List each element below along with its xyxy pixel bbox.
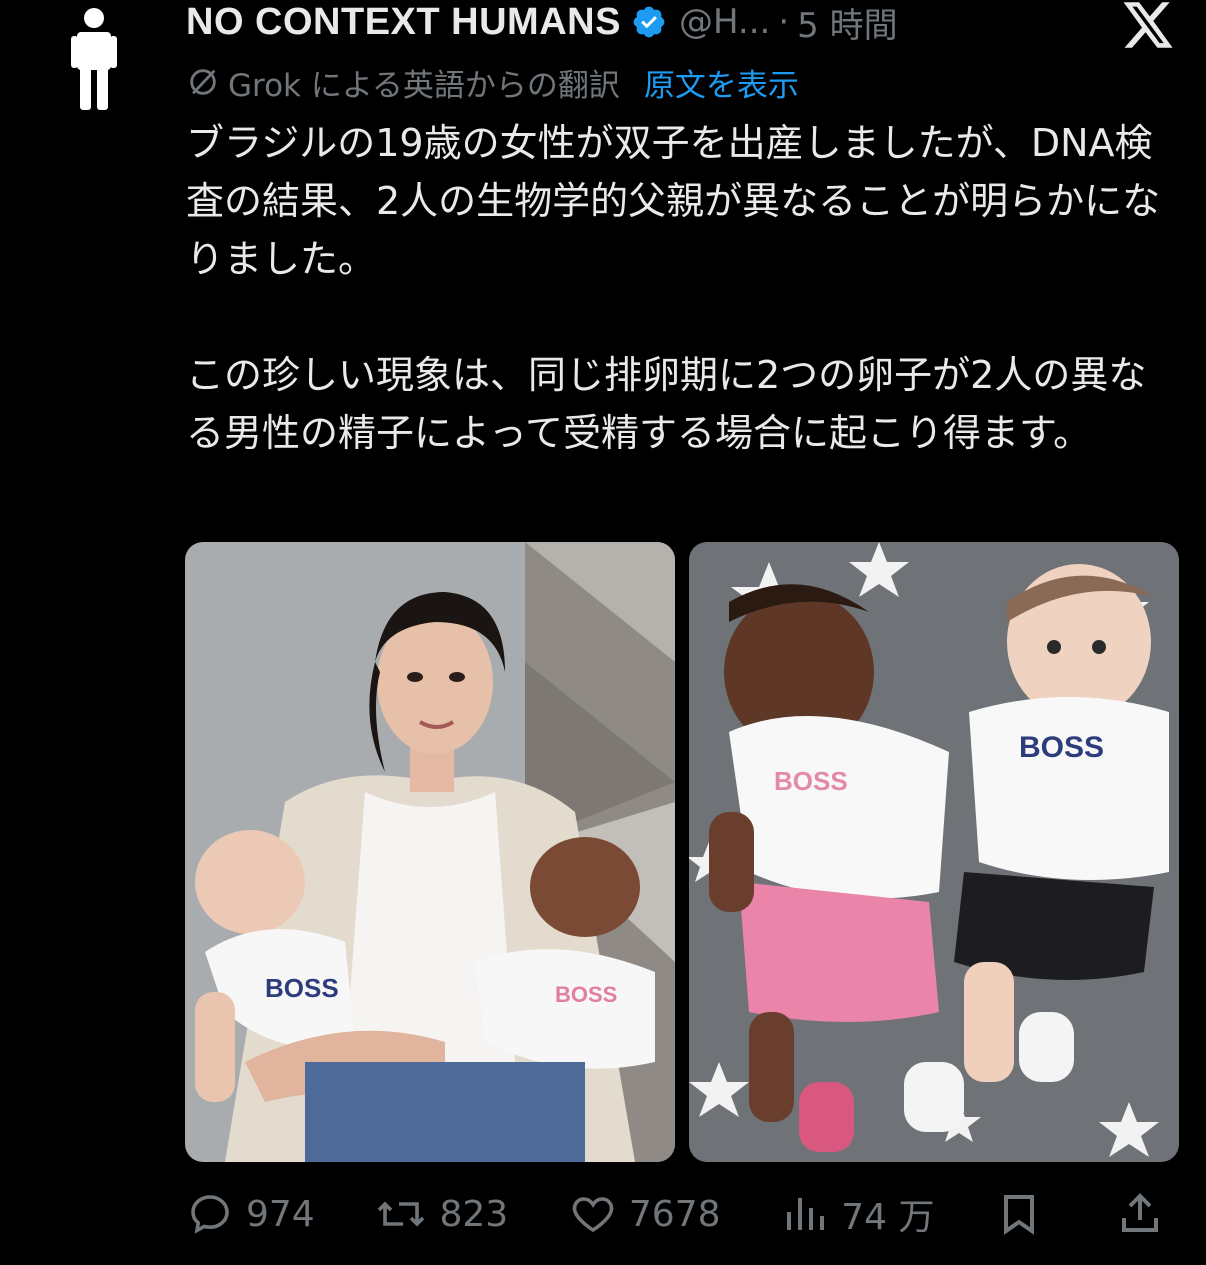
tweet-paragraph: この珍しい現象は、同じ排卵期に2つの卵子が2人の異なる男性の精子によって受精する… [186, 353, 1147, 455]
repost-count: 823 [439, 1193, 509, 1235]
repost-icon [378, 1201, 425, 1227]
reply-button[interactable]: 974 [186, 1190, 315, 1238]
photo-twins-on-blanket[interactable]: BOSS BOSS [689, 542, 1179, 1162]
reply-count: 974 [246, 1193, 315, 1235]
translate-icon [186, 65, 220, 99]
tweet-header: NO CONTEXT HUMANS @H... · 5 時間 [186, 0, 1166, 47]
views-count: 74 万 [841, 1197, 935, 1238]
shirt-text: BOSS [265, 973, 339, 1003]
tweet-paragraph: ブラジルの19歳の女性が双子を出産しましたが、DNA検査の結果、2人の生物学的父… [186, 121, 1161, 281]
author-handle[interactable]: @H... [679, 2, 770, 42]
bookmark-icon [1004, 1195, 1035, 1235]
translation-label: Grok による英語からの翻訳 [228, 67, 620, 104]
shirt-text: BOSS [555, 982, 617, 1007]
show-original-link[interactable]: 原文を表示 [644, 60, 799, 105]
views-button[interactable]: 74 万 [781, 1188, 935, 1240]
avatar[interactable] [56, 6, 132, 116]
bookmark-button[interactable] [995, 1190, 1055, 1238]
separator-dot: · [778, 2, 790, 42]
action-bar: 974 823 7678 74 万 [186, 1184, 1176, 1244]
share-button[interactable] [1116, 1190, 1176, 1238]
reply-icon [191, 1195, 229, 1234]
x-logo-icon[interactable] [1120, 0, 1176, 50]
media-grid: BOSS BOSS BOSS BOSS [185, 542, 1179, 1162]
person-avatar-icon [71, 8, 117, 110]
author-name[interactable]: NO CONTEXT HUMANS [186, 1, 621, 44]
shirt-text: BOSS [774, 766, 848, 796]
like-button[interactable]: 7678 [569, 1190, 721, 1238]
photo-mother-with-twins[interactable]: BOSS BOSS [185, 542, 675, 1162]
like-count: 7678 [628, 1193, 721, 1235]
tweet-text: ブラジルの19歳の女性が双子を出産しましたが、DNA検査の結果、2人の生物学的父… [186, 114, 1176, 462]
views-icon [787, 1198, 825, 1230]
like-icon [572, 1197, 614, 1233]
shirt-text: BOSS [1019, 731, 1104, 764]
verified-badge-icon [631, 4, 667, 40]
share-icon [1122, 1193, 1158, 1232]
timestamp[interactable]: 5 時間 [797, 0, 897, 47]
repost-button[interactable]: 823 [375, 1190, 508, 1238]
translation-bar: Grok による英語からの翻訳 原文を表示 [186, 58, 799, 106]
